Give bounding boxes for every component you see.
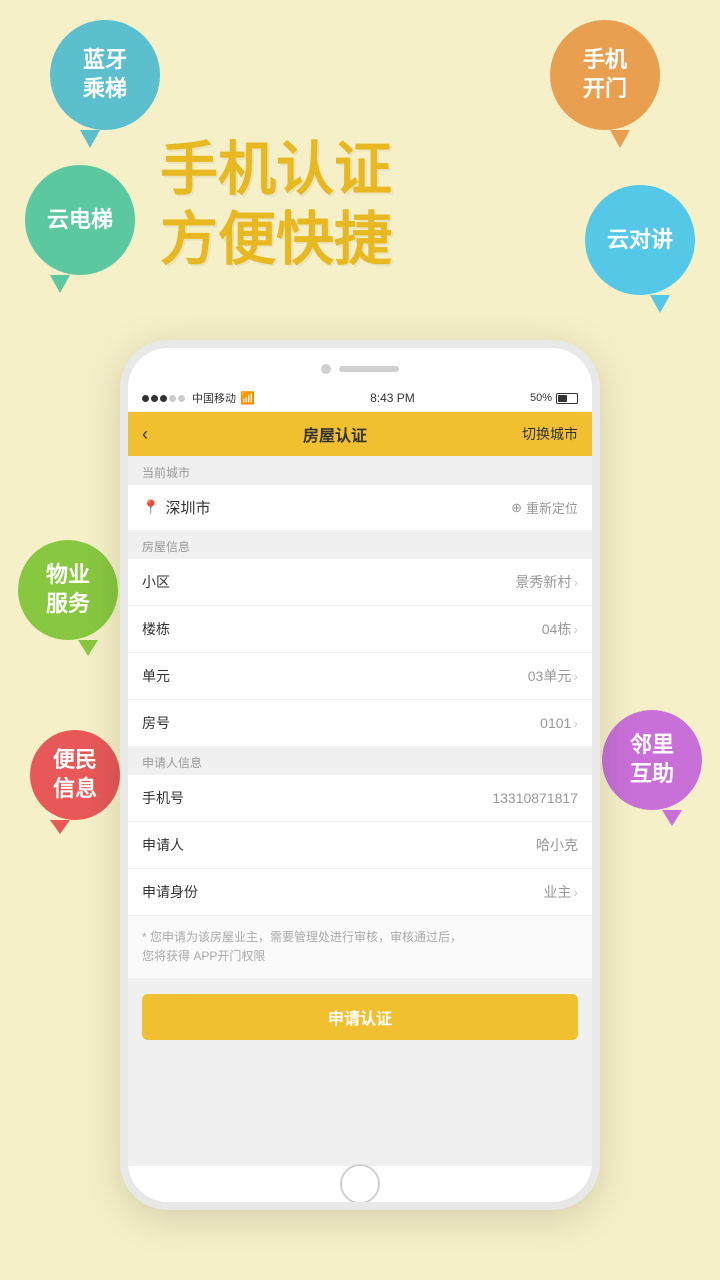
locate-icon: ⊕ bbox=[511, 500, 522, 516]
phone-inner: 中国移动 📶 8:43 PM 50% ‹ 房屋认证 切换城市 当前城市 bbox=[128, 384, 592, 1166]
signal-dots bbox=[142, 395, 185, 402]
row-label-phone: 手机号 bbox=[142, 788, 184, 808]
back-button[interactable]: ‹ bbox=[142, 424, 148, 445]
current-city-header: 当前城市 bbox=[128, 456, 592, 485]
row-label-identity: 申请身份 bbox=[142, 882, 198, 902]
phone-home-area bbox=[128, 1166, 592, 1202]
row-value-building: 04栋 › bbox=[542, 619, 578, 639]
chevron-right-icon: › bbox=[573, 715, 578, 731]
table-row[interactable]: 房号 0101 › bbox=[128, 700, 592, 746]
wifi-icon: 📶 bbox=[240, 391, 255, 405]
city-row: 📍 深圳市 ⊕ 重新定位 bbox=[128, 485, 592, 530]
home-button[interactable] bbox=[340, 1164, 380, 1204]
chevron-right-icon: › bbox=[573, 884, 578, 900]
hero-line2: 方便快捷 bbox=[160, 205, 392, 275]
bubble-cloud-talk: 云对讲 bbox=[585, 185, 695, 295]
bubble-phone-door: 手机 开门 bbox=[550, 20, 660, 130]
chevron-right-icon: › bbox=[573, 621, 578, 637]
table-row[interactable]: 申请身份 业主 › bbox=[128, 869, 592, 915]
phone-mockup: 中国移动 📶 8:43 PM 50% ‹ 房屋认证 切换城市 当前城市 bbox=[120, 340, 600, 1210]
bubble-info: 便民 信息 bbox=[30, 730, 120, 820]
hero-line1: 手机认证 bbox=[160, 135, 392, 205]
row-value-unit: 03单元 › bbox=[528, 666, 578, 686]
city-name-container: 📍 深圳市 bbox=[142, 497, 210, 518]
table-row: 申请人 哈小克 bbox=[128, 822, 592, 869]
status-right: 50% bbox=[530, 392, 578, 404]
battery-icon bbox=[556, 393, 578, 404]
bubble-cloud-elevator: 云电梯 bbox=[25, 165, 135, 275]
battery-percent: 50% bbox=[530, 392, 552, 404]
bubble-bluetooth: 蓝牙 乘梯 bbox=[50, 20, 160, 130]
status-left: 中国移动 📶 bbox=[142, 390, 255, 406]
table-row[interactable]: 单元 03单元 › bbox=[128, 653, 592, 700]
nav-title: 房屋认证 bbox=[303, 422, 367, 446]
table-row[interactable]: 小区 景秀新村 › bbox=[128, 559, 592, 606]
row-label-room: 房号 bbox=[142, 713, 170, 733]
house-info-header: 房屋信息 bbox=[128, 530, 592, 559]
bubble-neighbor: 邻里 互助 bbox=[602, 710, 702, 810]
city-name: 深圳市 bbox=[165, 497, 210, 518]
note-section: * 您申请为该房屋业主，需要管理处进行审核，审核通过后， 您将获得 APP开门权… bbox=[128, 915, 592, 978]
row-value-applicant: 哈小克 bbox=[536, 835, 578, 855]
note-text: * 您申请为该房屋业主，需要管理处进行审核，审核通过后， 您将获得 APP开门权… bbox=[142, 930, 462, 963]
applicant-info-card: 手机号 13310871817 申请人 哈小克 申请身份 业主 › bbox=[128, 775, 592, 915]
relocate-label: 重新定位 bbox=[526, 498, 578, 517]
location-pin-icon: 📍 bbox=[142, 499, 159, 516]
table-row: 手机号 13310871817 bbox=[128, 775, 592, 822]
relocate-button[interactable]: ⊕ 重新定位 bbox=[511, 498, 578, 517]
row-value-identity: 业主 › bbox=[543, 882, 578, 902]
chevron-right-icon: › bbox=[573, 574, 578, 590]
nav-bar: ‹ 房屋认证 切换城市 bbox=[128, 412, 592, 456]
row-value-room: 0101 › bbox=[540, 715, 578, 731]
phone-speaker bbox=[339, 366, 399, 372]
content-area: 当前城市 📍 深圳市 ⊕ 重新定位 房屋信息 小区 bbox=[128, 456, 592, 1166]
table-row[interactable]: 楼栋 04栋 › bbox=[128, 606, 592, 653]
row-label-community: 小区 bbox=[142, 572, 170, 592]
applicant-info-header: 申请人信息 bbox=[128, 746, 592, 775]
switch-city-button[interactable]: 切换城市 bbox=[522, 424, 578, 444]
phone-notch bbox=[128, 348, 592, 384]
house-info-card: 小区 景秀新村 › 楼栋 04栋 › 单元 03单元 › 房号 0101 › bbox=[128, 559, 592, 746]
submit-button[interactable]: 申请认证 bbox=[142, 994, 578, 1040]
status-bar: 中国移动 📶 8:43 PM 50% bbox=[128, 384, 592, 412]
hero-title: 手机认证 方便快捷 bbox=[160, 135, 392, 274]
current-city-card: 📍 深圳市 ⊕ 重新定位 bbox=[128, 485, 592, 530]
chevron-right-icon: › bbox=[573, 668, 578, 684]
bubble-property: 物业 服务 bbox=[18, 540, 118, 640]
row-label-applicant: 申请人 bbox=[142, 835, 184, 855]
carrier-label: 中国移动 bbox=[192, 390, 236, 406]
status-time: 8:43 PM bbox=[370, 391, 415, 405]
row-value-phone: 13310871817 bbox=[492, 790, 578, 806]
row-label-building: 楼栋 bbox=[142, 619, 170, 639]
row-label-unit: 单元 bbox=[142, 666, 170, 686]
row-value-community: 景秀新村 › bbox=[515, 572, 578, 592]
phone-camera bbox=[321, 364, 331, 374]
